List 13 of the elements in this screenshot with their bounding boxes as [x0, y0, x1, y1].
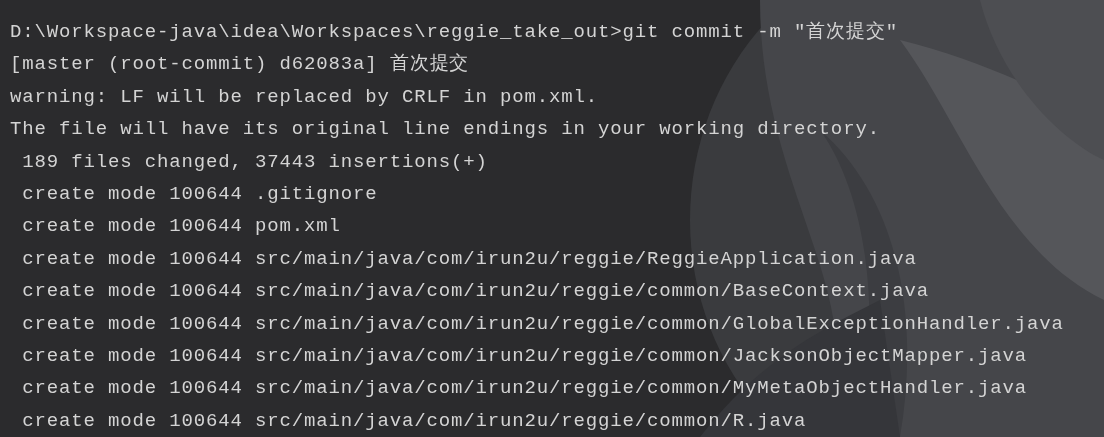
terminal-line: D:\Workspace-java\idea\Workspaces\reggie_take_out>git commit -m ″首次提交″ [10, 20, 899, 45]
terminal-line: create mode 100644 src/main/java/com/irun2u/reggie/common/GlobalExceptionHandler.java [21, 311, 1064, 337]
terminal-line: [master (root-commit) d62083a] 首次提交 [10, 52, 470, 78]
terminal-line: create mode 100644 .gitignore [21, 181, 378, 207]
terminal-line: create mode 100644 src/main/java/com/irun2u/reggie/ReggieApplication.java [21, 246, 917, 272]
terminal-line: create mode 100644 src/main/java/com/irun2u/reggie/common/MyMetaObjectHandler.java [21, 376, 1027, 402]
terminal-line: create mode 100644 src/main/java/com/irun2u/reggie/common/BaseContext.java [21, 279, 929, 305]
terminal-line: 189 files changed, 37443 insertions(+) [21, 149, 488, 175]
terminal-line: create mode 100644 pom.xml [21, 214, 341, 240]
terminal-line: warning: LF will be replaced by CRLF in pom.xml. [10, 84, 599, 110]
terminal-line: create mode 100644 src/main/java/com/irun2u/reggie/common/JacksonObjectMapper.java [21, 343, 1027, 369]
terminal-line: The file will have its original line endings in your working directory. [10, 117, 880, 143]
terminal-line: create mode 100644 src/main/java/com/irun2u/reggie/common/R.java [21, 408, 807, 434]
